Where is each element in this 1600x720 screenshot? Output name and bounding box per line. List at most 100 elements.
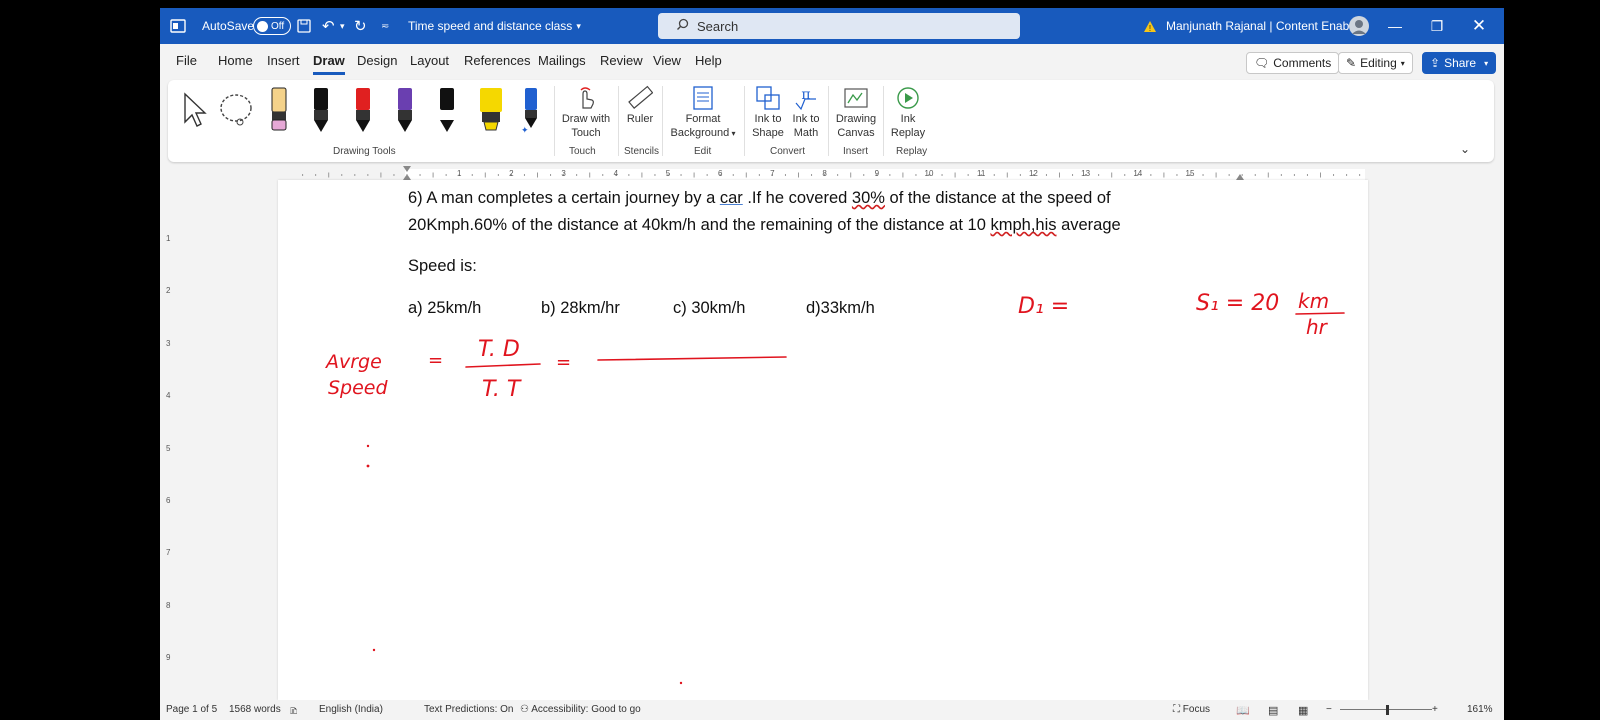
zoom-out-button[interactable]: − <box>1326 704 1332 715</box>
zoom-slider-handle[interactable] <box>1386 705 1389 715</box>
tab-draw[interactable]: Draw <box>313 53 345 75</box>
document-page[interactable]: 6) A man completes a certain journey by … <box>278 180 1368 700</box>
black-pencil-icon[interactable] <box>436 86 458 137</box>
group-convert: Convert <box>770 146 806 157</box>
ink-to-math-line2: Math <box>793 127 819 139</box>
svg-text:!: ! <box>1149 24 1151 33</box>
ink-to-math-line1: Ink to <box>792 113 820 125</box>
redo-icon[interactable]: ↻ <box>354 8 367 44</box>
comments-button[interactable]: 🗨 Comments <box>1246 52 1340 74</box>
red-pen-icon[interactable] <box>352 86 374 137</box>
undo-icon[interactable]: ↶ <box>322 8 335 44</box>
document-title[interactable]: Time speed and distance class ▾ <box>408 8 581 44</box>
ink-fraction-bar <box>465 363 541 368</box>
ruler-number: 9 <box>874 169 880 178</box>
format-background-line2: Background ▾ <box>670 127 736 139</box>
purple-pen-icon[interactable] <box>394 86 416 137</box>
ink-td: T. D <box>478 337 520 362</box>
proofing-icon[interactable]: 🗈 <box>290 704 297 720</box>
group-replay: Replay <box>896 146 928 157</box>
vruler-number: 7 <box>166 548 171 558</box>
group-drawing-tools: Drawing Tools <box>333 146 396 157</box>
ruler-number: 8 <box>822 169 827 178</box>
tab-help[interactable]: Help <box>695 53 722 75</box>
close-icon[interactable]: ✕ <box>1458 8 1500 44</box>
group-edit: Edit <box>694 146 712 157</box>
ink-dot <box>366 444 370 448</box>
avatar[interactable] <box>1348 8 1370 44</box>
share-button[interactable]: ⇪ Share ▾ <box>1422 52 1497 74</box>
tab-layout[interactable]: Layout <box>410 53 449 75</box>
comments-label: Comments <box>1273 56 1332 70</box>
yellow-highlighter-icon[interactable] <box>478 86 504 137</box>
tab-references[interactable]: References <box>464 53 530 75</box>
language[interactable]: English (India) <box>319 704 383 715</box>
svg-text:✦: ✦ <box>521 126 529 134</box>
ink-to-shape-line1: Ink to <box>754 113 782 125</box>
tab-file[interactable]: File <box>176 53 197 75</box>
save-icon[interactable] <box>297 8 311 44</box>
ink-equals-2: = <box>556 352 571 373</box>
ribbon-collapse-chevron-icon[interactable]: ⌄ <box>1460 142 1470 156</box>
status-bar: Page 1 of 5 1568 words 🗈 English (India)… <box>160 700 1504 720</box>
drawing-canvas-button[interactable]: Drawing Canvas <box>832 84 880 140</box>
search-icon <box>676 18 689 34</box>
read-mode-icon[interactable]: 📖 <box>1236 704 1250 717</box>
ruler-button[interactable]: Ruler <box>620 84 660 126</box>
zoom-level[interactable]: 161% <box>1467 704 1493 715</box>
accessibility-icon: ⚇ <box>520 704 532 715</box>
search-box[interactable]: Search <box>658 13 1020 39</box>
ruler-number: 4 <box>613 169 619 178</box>
tab-insert[interactable]: Insert <box>267 53 300 75</box>
tab-review[interactable]: Review <box>600 53 643 75</box>
draw-with-touch-button[interactable]: Draw with Touch <box>556 84 616 140</box>
vruler-number: 6 <box>166 496 171 505</box>
print-layout-icon[interactable]: ▤ <box>1268 704 1278 717</box>
autosave-label: AutoSave <box>202 19 255 33</box>
minimize-icon[interactable]: — <box>1374 8 1416 44</box>
customize-toolbar-icon[interactable]: ≂ <box>381 8 389 44</box>
restore-icon[interactable]: ❐ <box>1416 8 1458 44</box>
touch-hand-icon <box>556 84 616 112</box>
vertical-ruler[interactable]: 1 2 3 4 5 6 7 8 9 <box>166 188 178 688</box>
eraser-pen-icon[interactable] <box>268 86 290 137</box>
ink-to-math-button[interactable]: π Ink to Math <box>788 84 824 140</box>
ribbon-draw: ✦ Drawing Tools Draw with Touch Touch Ru… <box>168 80 1494 162</box>
draw-with-touch-line2: Touch <box>571 127 601 139</box>
ruler-number: 5 <box>665 169 671 178</box>
format-background-icon <box>668 84 738 112</box>
search-placeholder: Search <box>697 18 739 34</box>
focus-mode-button[interactable]: ⛶ Focus <box>1173 704 1210 715</box>
word-window: AutoSave Off ↶ ▾ ↻ ≂ Time speed and dist… <box>160 8 1504 720</box>
tab-view[interactable]: View <box>653 53 681 75</box>
ink-speed: Speed <box>328 377 389 399</box>
divider <box>618 86 619 156</box>
editing-label: Editing <box>1360 56 1397 70</box>
editing-button[interactable]: ✎ Editing ▾ <box>1338 52 1413 74</box>
text-predictions[interactable]: Text Predictions: On <box>424 704 513 715</box>
warning-icon[interactable]: ! <box>1143 8 1157 44</box>
format-background-button[interactable]: Format Background ▾ <box>668 84 738 141</box>
divider <box>883 86 884 156</box>
action-pen-icon[interactable]: ✦ <box>520 86 542 137</box>
format-background-line1: Format <box>685 113 721 125</box>
ruler-number: 2 <box>509 169 514 178</box>
ink-replay-button[interactable]: Ink Replay <box>888 84 928 140</box>
tab-design[interactable]: Design <box>357 53 397 75</box>
autosave-toggle[interactable]: Off <box>253 17 291 35</box>
ink-equals-1: = <box>428 350 443 371</box>
lasso-select-icon[interactable] <box>218 92 254 131</box>
ink-s1: S₁ = 20 <box>1196 291 1279 316</box>
zoom-in-button[interactable]: + <box>1432 704 1438 715</box>
page-count[interactable]: Page 1 of 5 <box>166 704 217 715</box>
accessibility-status[interactable]: ⚇ Accessibility: Good to go <box>520 704 641 715</box>
ink-to-shape-button[interactable]: Ink to Shape <box>750 84 786 140</box>
tab-home[interactable]: Home <box>218 53 253 75</box>
black-pen-icon[interactable] <box>310 86 332 137</box>
tab-mailings[interactable]: Mailings <box>538 53 586 75</box>
web-layout-icon[interactable]: ▦ <box>1298 704 1308 717</box>
group-insert: Insert <box>843 146 869 157</box>
word-count[interactable]: 1568 words <box>229 704 281 715</box>
select-arrow-icon[interactable] <box>180 92 210 131</box>
undo-dropdown-icon[interactable]: ▾ <box>340 8 345 44</box>
